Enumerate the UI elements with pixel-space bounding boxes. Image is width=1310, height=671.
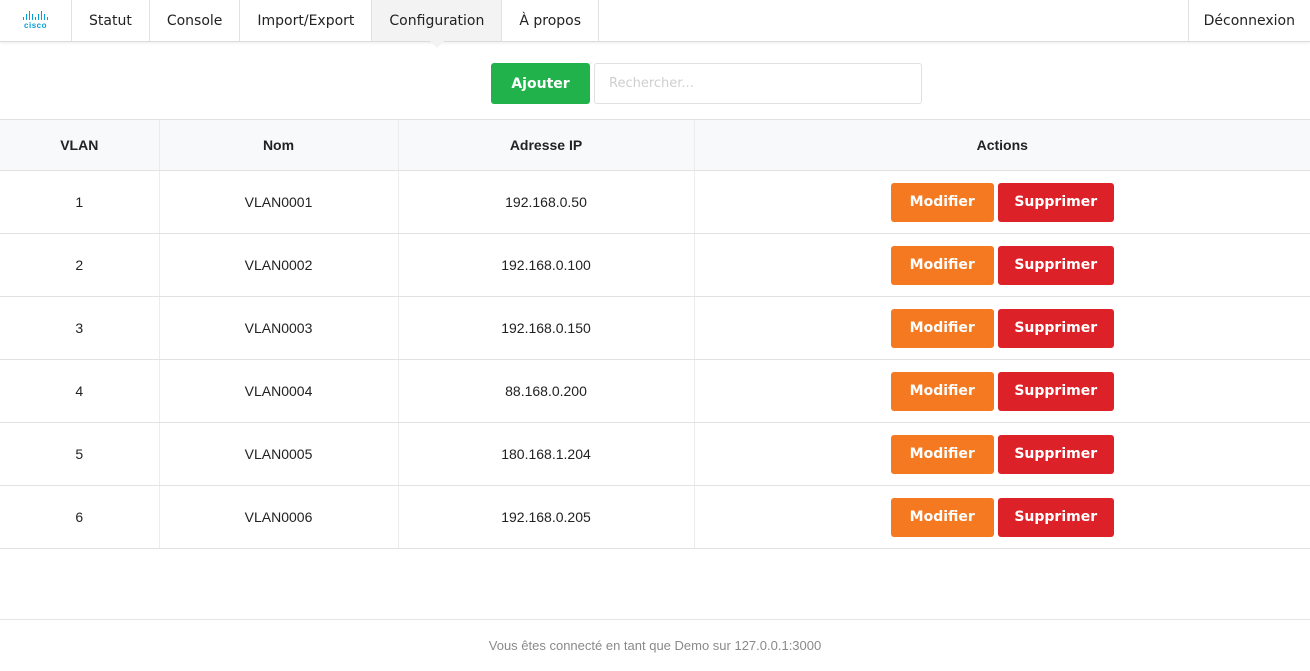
delete-button[interactable]: Supprimer — [997, 182, 1114, 222]
cell-actions: Modifier Supprimer — [693, 359, 1310, 423]
cell-ip: 192.168.0.150 — [397, 296, 694, 360]
table-row: 4 VLAN0004 88.168.0.200 Modifier Supprim… — [0, 359, 1310, 423]
edit-button[interactable]: Modifier — [890, 434, 994, 474]
footer: Vous êtes connecté en tant que Demo sur … — [0, 619, 1310, 671]
tab-configuration[interactable]: Configuration — [372, 0, 503, 48]
cell-actions: Modifier Supprimer — [693, 485, 1310, 549]
tab-import-export[interactable]: Import/Export — [240, 0, 373, 41]
cell-name: VLAN0005 — [158, 422, 398, 486]
vlan-table: VLAN Nom Adresse IP Actions 1 VLAN0001 1… — [0, 119, 1310, 549]
cell-actions: Modifier Supprimer — [693, 296, 1310, 360]
header-actions: Actions — [693, 119, 1310, 171]
edit-button[interactable]: Modifier — [890, 308, 994, 348]
connection-status-text: Vous êtes connecté en tant que Demo sur … — [488, 638, 822, 653]
cell-actions: Modifier Supprimer — [693, 233, 1310, 297]
cell-ip: 192.168.0.50 — [397, 170, 694, 234]
search-input[interactable] — [594, 63, 922, 104]
table-row: 1 VLAN0001 192.168.0.50 Modifier Supprim… — [0, 170, 1310, 234]
cell-vlan: 1 — [0, 170, 159, 234]
tab-a-propos[interactable]: À propos — [502, 0, 600, 41]
edit-button[interactable]: Modifier — [890, 497, 994, 537]
table-row: 6 VLAN0006 192.168.0.205 Modifier Suppri… — [0, 485, 1310, 549]
edit-button[interactable]: Modifier — [890, 245, 994, 285]
add-button[interactable]: Ajouter — [491, 63, 590, 104]
tab-console[interactable]: Console — [150, 0, 241, 41]
cell-ip: 180.168.1.204 — [397, 422, 694, 486]
header-nom: Nom — [158, 119, 398, 171]
top-navbar: cisco Statut Console Import/Export Confi… — [0, 0, 1310, 48]
table-row: 2 VLAN0002 192.168.0.100 Modifier Suppri… — [0, 233, 1310, 297]
logo-wordmark: cisco — [24, 21, 47, 30]
cell-vlan: 5 — [0, 422, 159, 486]
delete-button[interactable]: Supprimer — [997, 245, 1114, 285]
cell-name: VLAN0001 — [158, 170, 398, 234]
cisco-logo[interactable]: cisco — [0, 0, 72, 41]
edit-button[interactable]: Modifier — [890, 371, 994, 411]
cell-vlan: 3 — [0, 296, 159, 360]
cell-name: VLAN0006 — [158, 485, 398, 549]
header-ip: Adresse IP — [397, 119, 694, 171]
cell-actions: Modifier Supprimer — [693, 422, 1310, 486]
cell-name: VLAN0002 — [158, 233, 398, 297]
cell-name: VLAN0004 — [158, 359, 398, 423]
delete-button[interactable]: Supprimer — [997, 371, 1114, 411]
cell-name: VLAN0003 — [158, 296, 398, 360]
logout-link[interactable]: Déconnexion — [1187, 0, 1310, 41]
cell-vlan: 6 — [0, 485, 159, 549]
tab-statut[interactable]: Statut — [72, 0, 150, 41]
cell-ip: 192.168.0.205 — [397, 485, 694, 549]
cisco-bars-icon — [22, 11, 49, 20]
header-vlan: VLAN — [0, 119, 159, 171]
table-row: 3 VLAN0003 192.168.0.150 Modifier Suppri… — [0, 296, 1310, 360]
cell-vlan: 2 — [0, 233, 159, 297]
cell-ip: 192.168.0.100 — [397, 233, 694, 297]
toolbar: Ajouter — [491, 63, 922, 104]
table-header-row: VLAN Nom Adresse IP Actions — [0, 119, 1310, 171]
cell-ip: 88.168.0.200 — [397, 359, 694, 423]
cell-vlan: 4 — [0, 359, 159, 423]
delete-button[interactable]: Supprimer — [997, 308, 1114, 348]
edit-button[interactable]: Modifier — [890, 182, 994, 222]
table-row: 5 VLAN0005 180.168.1.204 Modifier Suppri… — [0, 422, 1310, 486]
delete-button[interactable]: Supprimer — [997, 434, 1114, 474]
cell-actions: Modifier Supprimer — [693, 170, 1310, 234]
delete-button[interactable]: Supprimer — [997, 497, 1114, 537]
